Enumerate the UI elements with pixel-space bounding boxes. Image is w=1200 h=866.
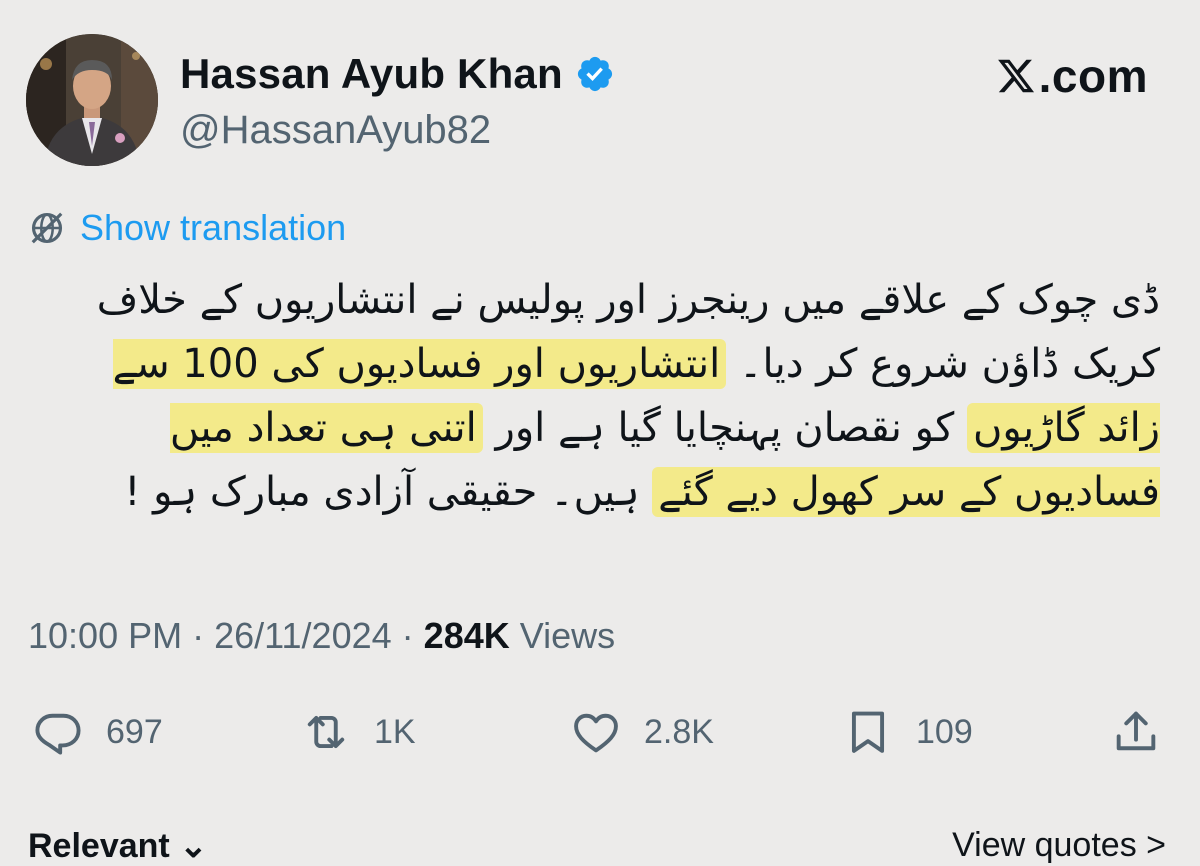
bookmark-count: 109 — [916, 712, 973, 751]
repost-button[interactable]: 1K — [300, 702, 416, 762]
tweet-text: ڈی چوک کے علاقے میں رینجرز اور پولیس نے … — [40, 268, 1160, 524]
relevant-sort-dropdown[interactable]: Relevant ⌄ — [28, 826, 208, 866]
x-brand-icon — [997, 59, 1034, 93]
views-count[interactable]: 284K — [424, 615, 510, 656]
author-name-row[interactable]: Hassan Ayub Khan — [180, 48, 615, 100]
meta-separator: · — [401, 615, 414, 656]
share-button[interactable] — [1110, 702, 1162, 762]
bookmark-icon — [851, 711, 885, 753]
tweet-time[interactable]: 10:00 PM — [28, 615, 182, 656]
views-label: Views — [519, 615, 616, 656]
x-logo: .com — [995, 50, 1148, 102]
tweet-meta: 10:00 PM · 26/11/2024 · 284K Views — [28, 612, 615, 660]
reply-count: 697 — [106, 712, 163, 751]
like-button[interactable]: 2.8K — [570, 702, 714, 762]
tweet-actions: 697 1K 2.8K 109 — [22, 702, 1182, 762]
avatar[interactable] — [26, 34, 158, 166]
share-icon — [1116, 711, 1156, 751]
show-translation-label[interactable]: Show translation — [80, 207, 346, 249]
meta-separator: · — [192, 615, 205, 656]
reply-icon — [35, 713, 81, 755]
repost-icon — [307, 715, 345, 749]
tweet-date[interactable]: 26/11/2024 — [214, 615, 392, 656]
tweet-text-part: کو نقصان پہنچایا گیا ہے اور — [482, 405, 967, 451]
view-quotes-link[interactable]: View quotes > — [952, 826, 1166, 865]
author-handle[interactable]: @HassanAyub82 — [180, 108, 491, 153]
heart-icon — [574, 713, 618, 753]
x-domain-text: .com — [1038, 50, 1148, 102]
repost-count: 1K — [374, 712, 416, 751]
author-display-name[interactable]: Hassan Ayub Khan — [180, 50, 563, 98]
show-translation-link[interactable]: Show translation — [28, 204, 346, 252]
verified-badge-icon — [577, 56, 612, 92]
tweet-text-part: ہیں۔ حقیقی آزادی مبارک ہو ! — [124, 469, 653, 515]
bookmark-button[interactable]: 109 — [842, 702, 973, 762]
replies-sort-row: Relevant ⌄ View quotes > — [0, 826, 1200, 866]
reply-button[interactable]: 697 — [32, 702, 163, 762]
like-count: 2.8K — [644, 712, 714, 751]
globe-icon — [31, 212, 63, 244]
